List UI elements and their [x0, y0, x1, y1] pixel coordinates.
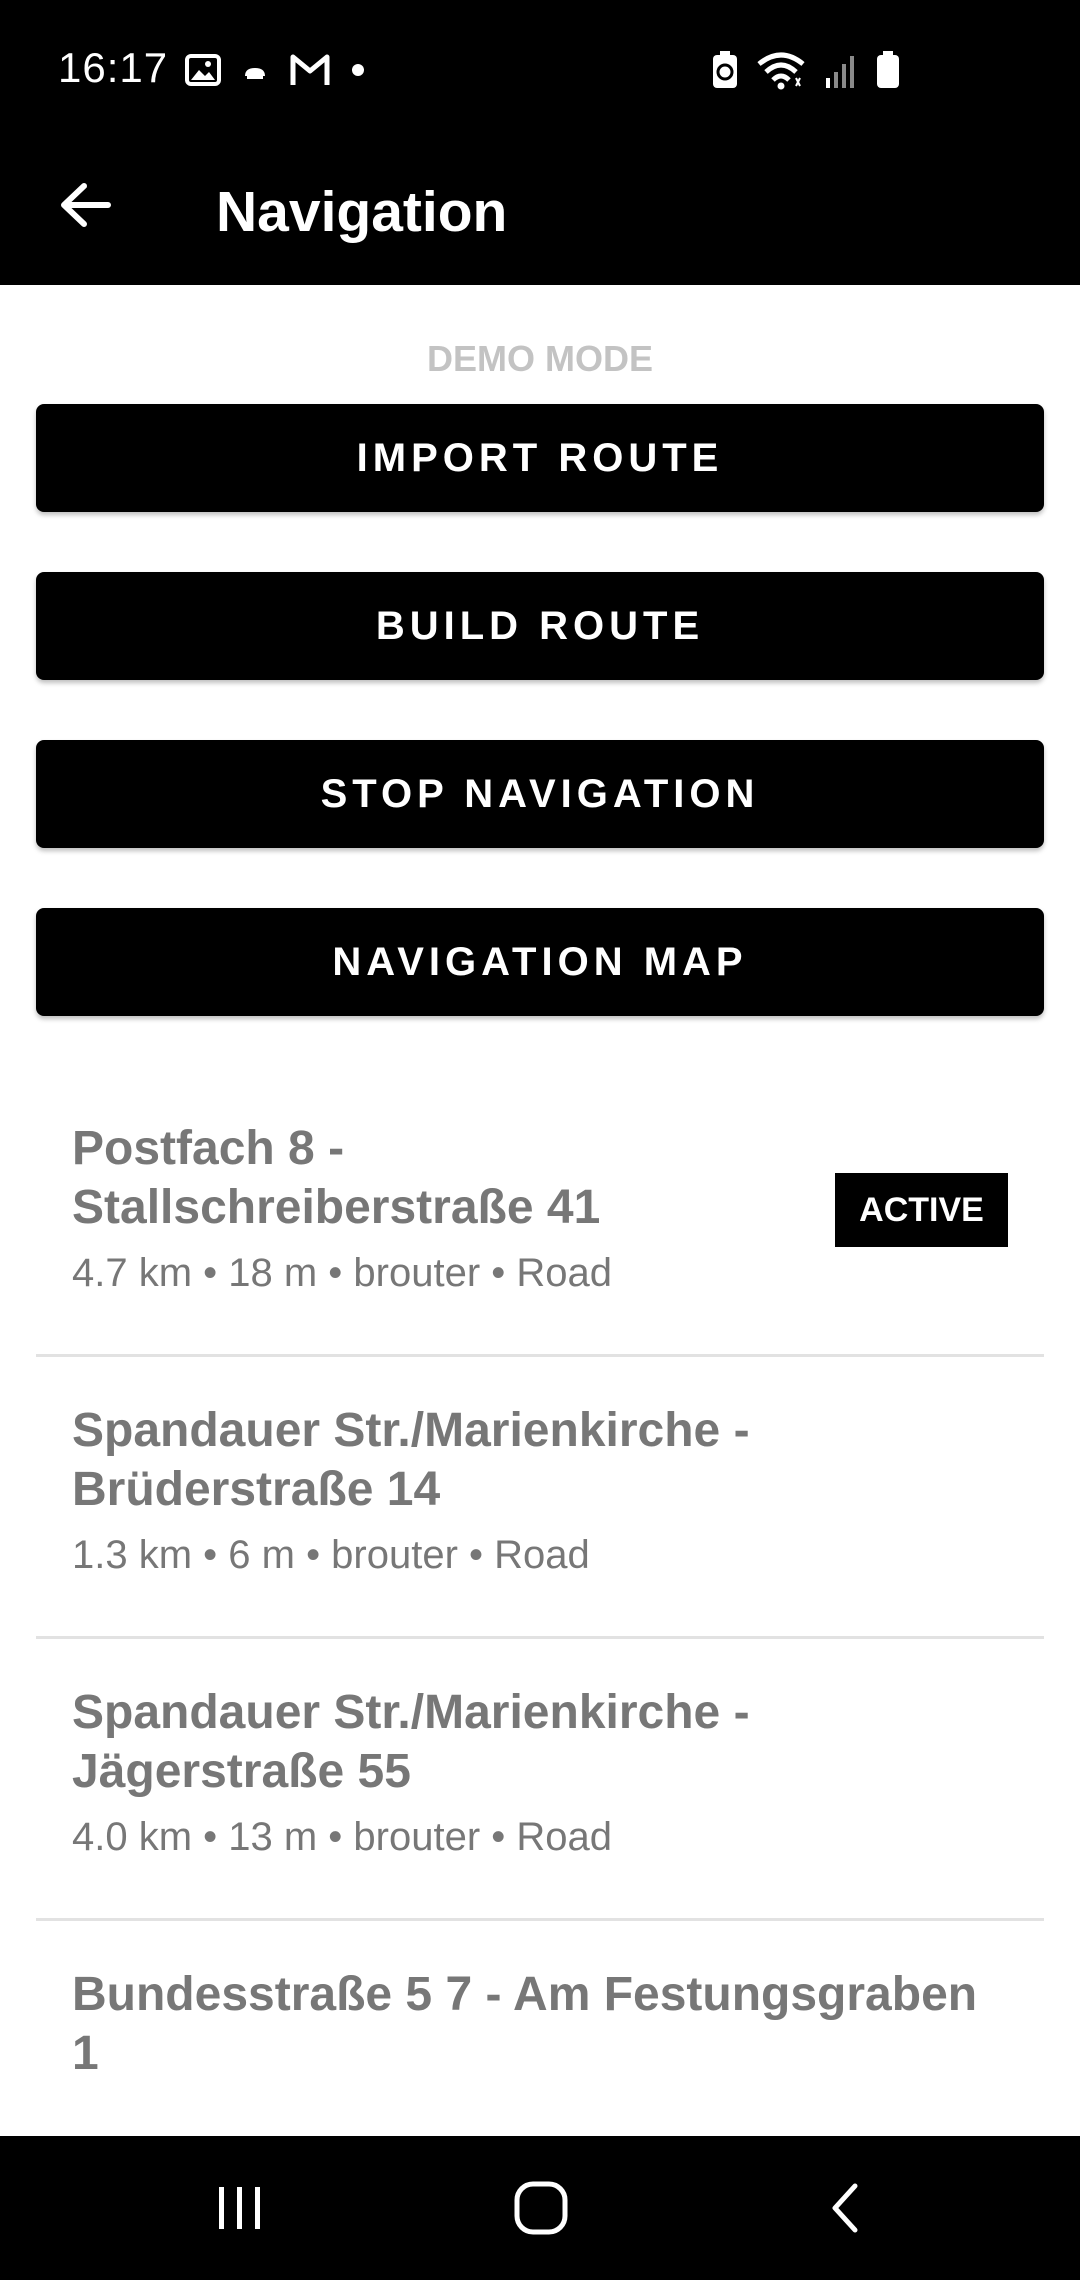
back-button[interactable]	[50, 170, 120, 240]
route-title: Bundesstraße 5 7 - Am Festungsgraben 1	[72, 1968, 978, 2080]
navigation-map-button[interactable]: NAVIGATION MAP	[36, 908, 1044, 1016]
route-item[interactable]: Spandauer Str./Marienkirche - Jägerstraß…	[36, 1639, 1044, 1921]
demo-mode-label: DEMO MODE	[426, 338, 653, 379]
route-item[interactable]: Postfach 8 - Stallschreiberstraße 41 4.7…	[36, 1075, 1044, 1357]
route-title: Spandauer Str./Marienkirche - Brüderstra…	[72, 1404, 750, 1516]
cloud-icon	[245, 68, 265, 79]
route-meta: 4.0 km • 13 m • brouter • Road	[72, 1815, 613, 1859]
stop-navigation-button[interactable]: STOP NAVIGATION	[36, 740, 1044, 848]
recents-icon	[219, 2187, 260, 2229]
signal-icon	[826, 56, 854, 88]
system-back-button[interactable]	[795, 2158, 895, 2258]
system-nav-bar	[0, 2136, 1080, 2280]
route-meta: 4.7 km • 18 m • brouter • Road	[72, 1251, 613, 1295]
status-time: 16:17	[58, 44, 169, 91]
gmail-icon	[290, 54, 330, 85]
route-item[interactable]: Spandauer Str./Marienkirche - Brüderstra…	[36, 1357, 1044, 1639]
system-icons	[712, 48, 900, 92]
import-route-button[interactable]: IMPORT ROUTE	[36, 404, 1044, 512]
status-bar: 16:17	[0, 0, 1080, 140]
route-title: Spandauer Str./Marienkirche - Jägerstraß…	[72, 1686, 750, 1798]
route-title: Postfach 8 - Stallschreiberstraße 41	[72, 1122, 601, 1234]
recents-button[interactable]	[190, 2158, 290, 2258]
route-meta: 1.3 km • 6 m • brouter • Road	[72, 1533, 590, 1577]
home-icon	[514, 2181, 568, 2235]
image-icon	[185, 54, 221, 86]
route-list: Postfach 8 - Stallschreiberstraße 41 4.7…	[36, 1075, 1044, 2203]
dot-icon	[352, 64, 364, 76]
arrow-left-icon	[61, 183, 111, 227]
back-icon	[832, 2183, 858, 2233]
build-route-button[interactable]: BUILD ROUTE	[36, 572, 1044, 680]
battery-saver-icon	[713, 51, 737, 88]
home-button[interactable]	[491, 2158, 591, 2258]
wifi-icon	[757, 52, 805, 90]
page-title: Navigation	[216, 180, 508, 244]
battery-icon	[877, 51, 899, 88]
notification-icons	[185, 48, 365, 92]
app-bar: Navigation	[0, 140, 1080, 285]
active-badge: ACTIVE	[835, 1173, 1008, 1247]
